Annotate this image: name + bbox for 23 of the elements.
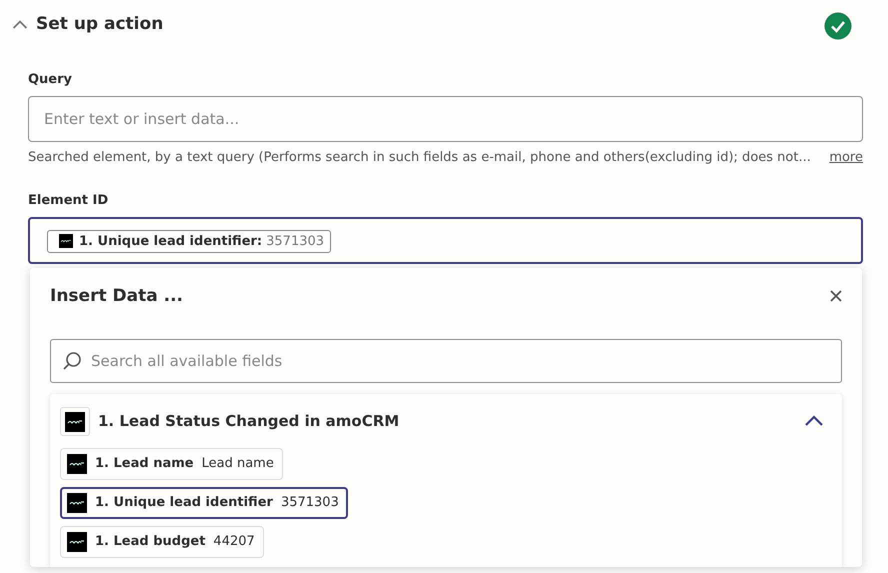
logo-icon bbox=[67, 454, 87, 474]
data-field-item[interactable]: 1. Lead budget 44207 bbox=[60, 526, 264, 558]
data-pill[interactable]: 1. Unique lead identifier: 3571303 bbox=[47, 230, 332, 253]
data-field-item[interactable]: 1. Unique lead identifier 3571303 bbox=[60, 487, 348, 519]
group-chevron-icon[interactable] bbox=[804, 415, 824, 428]
logo-icon bbox=[67, 493, 87, 513]
section-title: Set up action bbox=[36, 13, 164, 36]
logo-icon bbox=[65, 412, 85, 432]
close-icon[interactable] bbox=[830, 290, 842, 302]
more-link[interactable]: more bbox=[829, 148, 863, 167]
collapse-chevron-icon[interactable] bbox=[12, 20, 28, 30]
group-title[interactable]: 1. Lead Status Changed in amoCRM bbox=[98, 410, 400, 433]
help-text: Searched element, by a text query (Performs search in such fields as e-mail, phone and others(excluding id); does not... bbox=[28, 148, 811, 166]
logo-icon bbox=[57, 234, 75, 248]
search-field[interactable]: Search all available fields bbox=[50, 339, 842, 383]
input-field[interactable]: 1. Unique lead identifier: 3571303 bbox=[28, 216, 863, 264]
search-icon bbox=[62, 351, 82, 371]
field-label: Element ID bbox=[28, 192, 110, 210]
logo-icon bbox=[67, 532, 87, 552]
field-label: Query bbox=[28, 71, 74, 89]
data-field-item[interactable]: 1. Lead name Lead name bbox=[60, 448, 283, 480]
input-field[interactable]: Enter text or insert data... bbox=[28, 96, 863, 142]
panel-title: Insert Data ... bbox=[50, 284, 183, 308]
